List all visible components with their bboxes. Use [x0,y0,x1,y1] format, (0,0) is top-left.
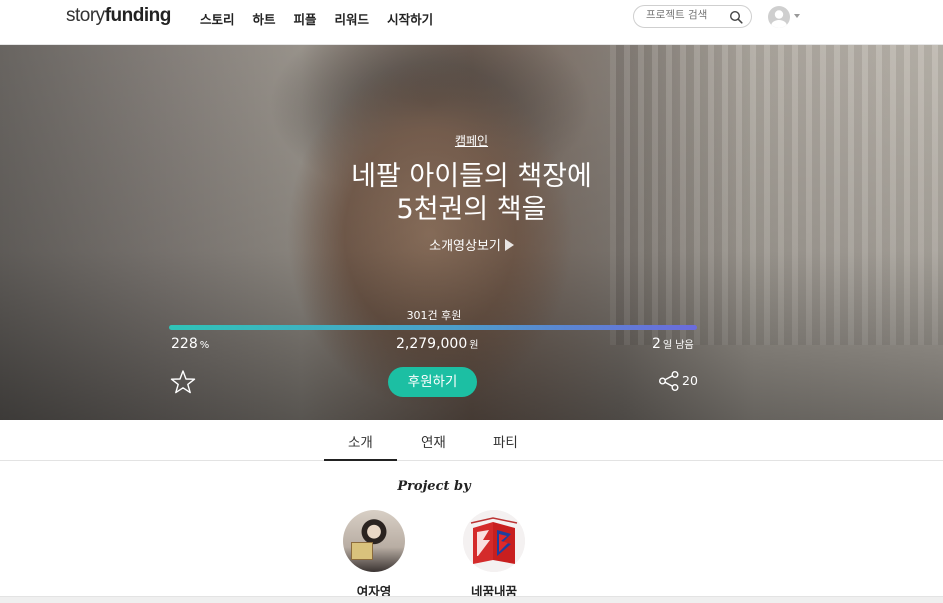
backers-count: 301건 후원 [406,309,462,322]
days-remaining: 2일 남음 [652,336,694,352]
intro-video-label: 소개영상보기 [429,239,501,254]
storyfunding-logo[interactable]: storyfunding [66,5,171,27]
nav-item-reward[interactable]: 리워드 [335,9,370,28]
fund-button[interactable]: 후원하기 [388,367,477,397]
hero-overlay [0,45,943,420]
main-nav: 스토리 하트 피플 리워드 시작하기 [200,9,451,28]
project-hero: 캠페인 네팔 아이들의 책장에 5천권의 책을 소개영상보기 301건 후원 2… [0,45,943,420]
intro-video-link[interactable]: 소개영상보기 [0,235,943,254]
nav-item-start[interactable]: 시작하기 [387,9,433,28]
user-avatar[interactable] [768,6,790,28]
project-title: 네팔 아이들의 책장에 5천권의 책을 [0,160,943,226]
search-input[interactable] [646,9,726,21]
share-count: 20 [682,373,698,388]
project-title-line2: 5천권의 책을 [396,194,547,225]
creator-avatar[interactable] [463,510,525,572]
creator-card[interactable]: 네꿈내꿈 [444,510,544,600]
search-icon[interactable] [729,10,743,24]
funding-amount: 2,279,000 원 [396,336,479,352]
nav-item-story[interactable]: 스토리 [200,9,235,28]
active-tab-indicator [324,459,397,461]
project-by-heading: Project by [397,479,471,494]
funding-percent: 228% [171,336,210,352]
play-arrow-icon [504,239,514,251]
share-icon[interactable] [658,370,680,392]
nepal-flag-book-icon [463,510,525,572]
search-box[interactable] [633,5,752,28]
funding-progress-fill [169,325,697,330]
tab-series[interactable]: 연재 [421,431,446,451]
nav-item-heart[interactable]: 하트 [253,9,276,28]
page-bottom-strip [0,596,943,603]
top-header: storyfunding 스토리 하트 피플 리워드 시작하기 [0,0,943,45]
funding-progress-bar [169,325,697,330]
creator-avatar[interactable] [343,510,405,572]
project-title-line1: 네팔 아이들의 책장에 [351,161,592,192]
nav-item-people[interactable]: 피플 [294,9,317,28]
book-image [351,542,373,560]
star-icon[interactable] [170,369,196,395]
user-icon [771,10,787,28]
category-link-wrap: 캠페인 [0,132,943,149]
tab-intro[interactable]: 소개 [348,431,373,451]
project-tabs: 소개 연재 파티 [0,420,943,461]
tab-party[interactable]: 파티 [493,431,518,451]
category-link[interactable]: 캠페인 [455,134,488,148]
chevron-down-icon[interactable] [794,14,800,18]
creator-card[interactable]: 여자영 [324,510,424,600]
